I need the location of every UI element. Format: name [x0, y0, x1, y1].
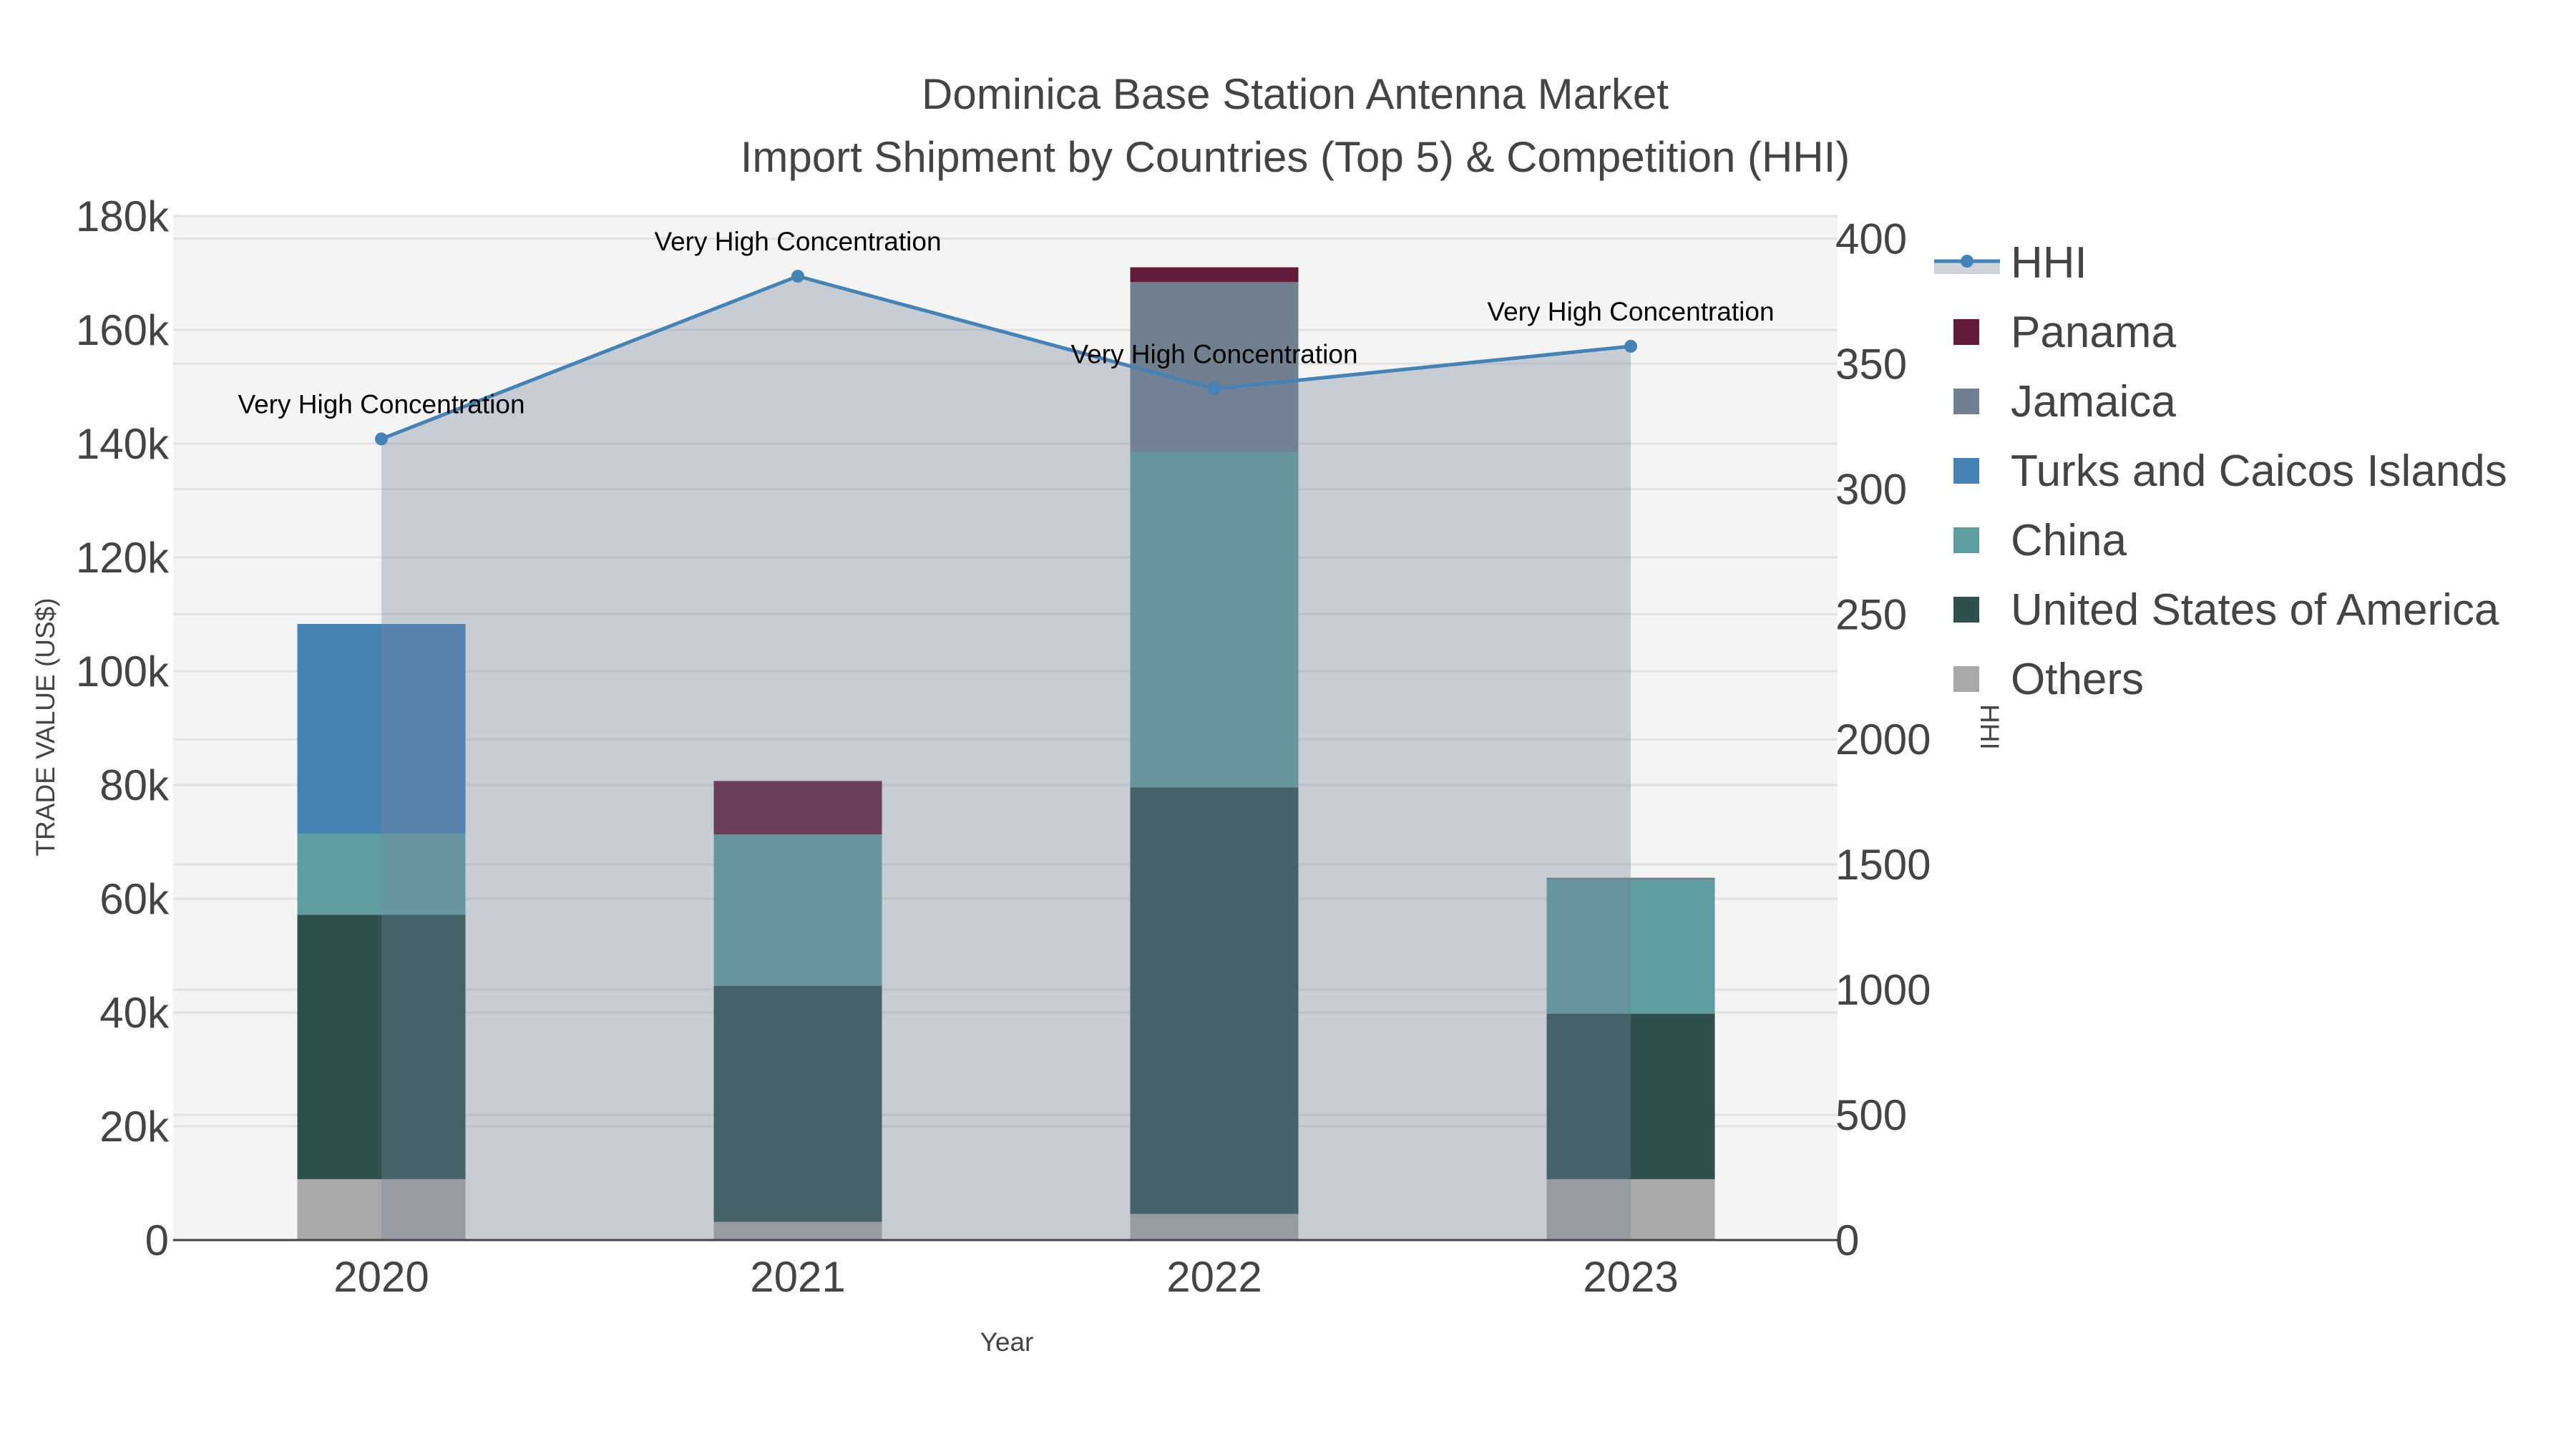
y2-axis-ticks: 0 500 1000 1500 2000 250 300 350 400	[1835, 215, 1931, 1264]
y2-tick-label: 300	[1835, 465, 1907, 513]
bar-panama-2022	[1130, 267, 1299, 283]
y2-tick-label: 2000	[1835, 716, 1931, 763]
x-axis-ticks: 2020 2021 2022 2023	[333, 1253, 1678, 1301]
legend-item-others: Others	[1953, 655, 2144, 704]
y2-tick-label: 400	[1835, 215, 1907, 263]
y-tick-label: 60k	[99, 875, 170, 923]
legend: HHI Panama Jamaica Turks and Caicos Islands…	[1934, 238, 2507, 704]
legend-swatch	[1953, 458, 1979, 484]
legend-swatch	[1953, 527, 1979, 553]
x-tick-label: 2022	[1166, 1253, 1262, 1301]
y-tick-label: 160k	[76, 306, 170, 354]
hhi-point-2020	[375, 432, 388, 446]
hhi-point-2021	[791, 269, 804, 283]
legend-item-hhi: HHI	[1934, 238, 2087, 288]
y-tick-label: 180k	[76, 192, 170, 240]
legend-label: HHI	[2011, 238, 2087, 288]
legend-swatch-marker	[1961, 255, 1974, 268]
legend-label: China	[2011, 516, 2127, 565]
legend-swatch	[1953, 319, 1979, 345]
y-tick-label: 100k	[76, 648, 170, 696]
y2-tick-label: 1500	[1835, 841, 1931, 889]
legend-label: Panama	[2011, 308, 2176, 357]
y-axis-title: TRADE VALUE (US$)	[31, 597, 60, 856]
y2-axis-title: HHI	[1975, 704, 2004, 750]
hhi-point-2023	[1624, 339, 1637, 353]
legend-label: Others	[2011, 655, 2144, 704]
y2-tick-label: 0	[1835, 1216, 1859, 1264]
hhi-annotation-2021: Very High Concentration	[654, 227, 941, 256]
x-tick-label: 2021	[750, 1253, 845, 1301]
y2-tick-label: 350	[1835, 340, 1907, 388]
legend-swatch	[1953, 666, 1979, 692]
y-axis-ticks: 0 20k 40k 60k 80k 100k 120k 140k 160k 180k	[76, 192, 170, 1264]
y2-tick-label: 1000	[1835, 966, 1931, 1014]
y-tick-label: 120k	[76, 534, 170, 582]
legend-item-panama: Panama	[1953, 308, 2176, 357]
legend-label: Turks and Caicos Islands	[2011, 447, 2507, 496]
legend-item-jamaica: Jamaica	[1953, 377, 2176, 426]
chart-svg: Very High Concentration Very High Concent…	[31, 192, 2507, 1357]
legend-item-china: China	[1953, 516, 2127, 565]
y2-tick-label: 500	[1835, 1091, 1907, 1139]
legend-item-turks-and-caicos-islands: Turks and Caicos Islands	[1953, 447, 2507, 496]
x-tick-label: 2023	[1583, 1253, 1678, 1301]
legend-swatch	[1953, 597, 1979, 623]
legend-swatch	[1953, 389, 1979, 414]
y-tick-label: 40k	[99, 989, 170, 1037]
legend-label: Jamaica	[2011, 377, 2176, 426]
y2-tick-label: 250	[1835, 590, 1907, 638]
y-tick-label: 80k	[99, 761, 170, 809]
y-tick-label: 0	[145, 1216, 169, 1264]
x-axis-title: Year	[980, 1327, 1034, 1357]
y-tick-label: 20k	[99, 1103, 170, 1151]
legend-label: United States of America	[2011, 585, 2499, 635]
legend-item-united-states-of-america: United States of America	[1953, 585, 2499, 635]
hhi-annotation-2020: Very High Concentration	[238, 389, 525, 419]
hhi-point-2022	[1208, 382, 1221, 396]
y-tick-label: 140k	[76, 420, 170, 468]
hhi-area-fill	[381, 275, 1631, 1240]
hhi-annotation-2022: Very High Concentration	[1070, 339, 1357, 369]
hhi-annotation-2023: Very High Concentration	[1487, 297, 1774, 326]
x-tick-label: 2020	[333, 1253, 429, 1301]
